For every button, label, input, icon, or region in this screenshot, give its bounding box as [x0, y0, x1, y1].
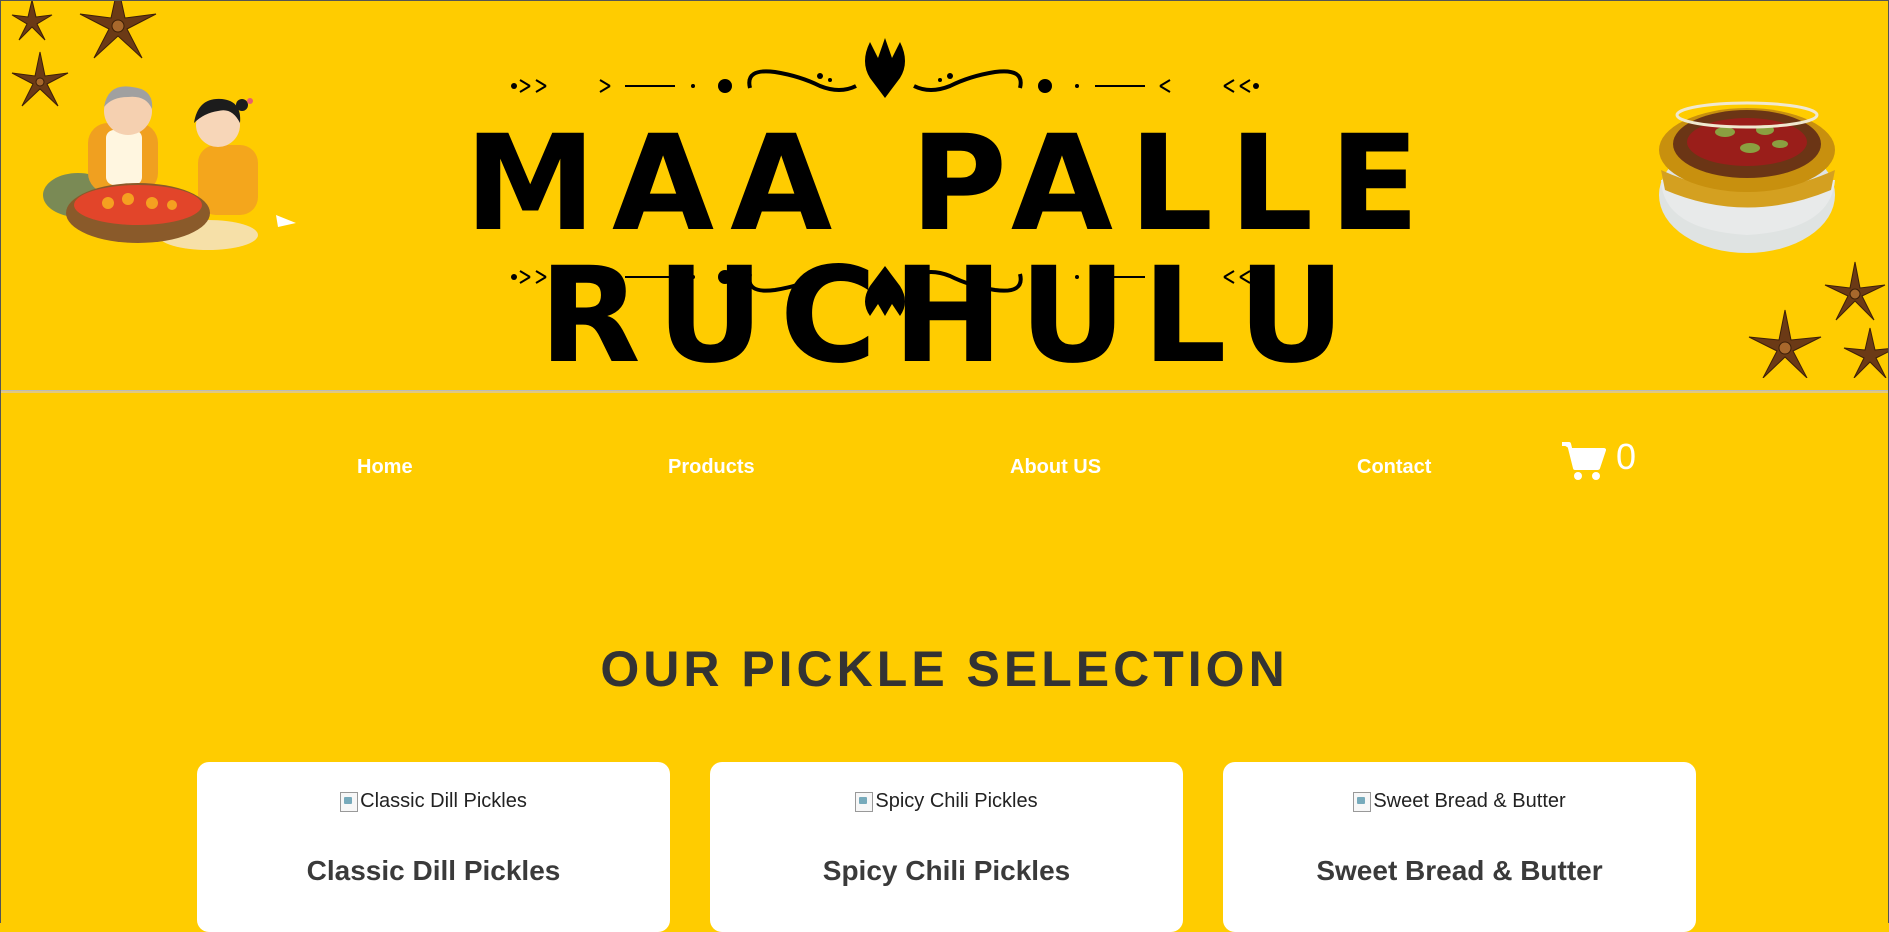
nav-about-us[interactable]: About US: [1010, 456, 1101, 479]
nav-products[interactable]: Products: [668, 456, 755, 479]
header-banner: MAA PALLE RUCHULU: [0, 0, 1889, 390]
pickle-pot-illustration: [1659, 101, 1835, 253]
brand-title: MAA PALLE RUCHULU: [464, 107, 1436, 393]
nav-contact[interactable]: Contact: [1357, 456, 1431, 479]
nav-home[interactable]: Home: [357, 456, 413, 479]
cart-count: 0: [1616, 436, 1637, 477]
product-image: Spicy Chili Pickles: [855, 790, 1038, 813]
product-image-alt: Spicy Chili Pickles: [875, 790, 1038, 812]
section-title: OUR PICKLE SELECTION: [600, 641, 1289, 697]
main-nav: Home Products About US Contact 0: [0, 436, 1889, 500]
product-card[interactable]: Classic Dill Pickles Classic Dill Pickle…: [197, 762, 670, 932]
product-image: Classic Dill Pickles: [340, 790, 527, 813]
cart-icon: [1562, 442, 1606, 480]
broken-image-icon: [1353, 791, 1372, 812]
product-image: Sweet Bread & Butter: [1353, 790, 1566, 813]
ornament-divider-top: [511, 38, 1259, 98]
product-name: Classic Dill Pickles: [306, 854, 561, 886]
header-divider: [0, 390, 1889, 393]
product-card[interactable]: Sweet Bread & Butter Sweet Bread & Butte…: [1223, 762, 1696, 932]
product-image-alt: Classic Dill Pickles: [360, 790, 527, 812]
broken-image-icon: [855, 791, 874, 812]
broken-image-icon: [340, 791, 359, 812]
product-image-alt: Sweet Bread & Butter: [1373, 790, 1566, 812]
cart-button[interactable]: 0: [1560, 436, 1637, 482]
product-list: Classic Dill Pickles Classic Dill Pickle…: [0, 762, 1889, 932]
product-name: Sweet Bread & Butter: [1316, 854, 1603, 886]
product-name: Spicy Chili Pickles: [822, 854, 1071, 886]
grandma-child-illustration: [43, 86, 296, 250]
product-card[interactable]: Spicy Chili Pickles Spicy Chili Pickles: [710, 762, 1183, 932]
star-anise-icon: [1748, 261, 1889, 378]
